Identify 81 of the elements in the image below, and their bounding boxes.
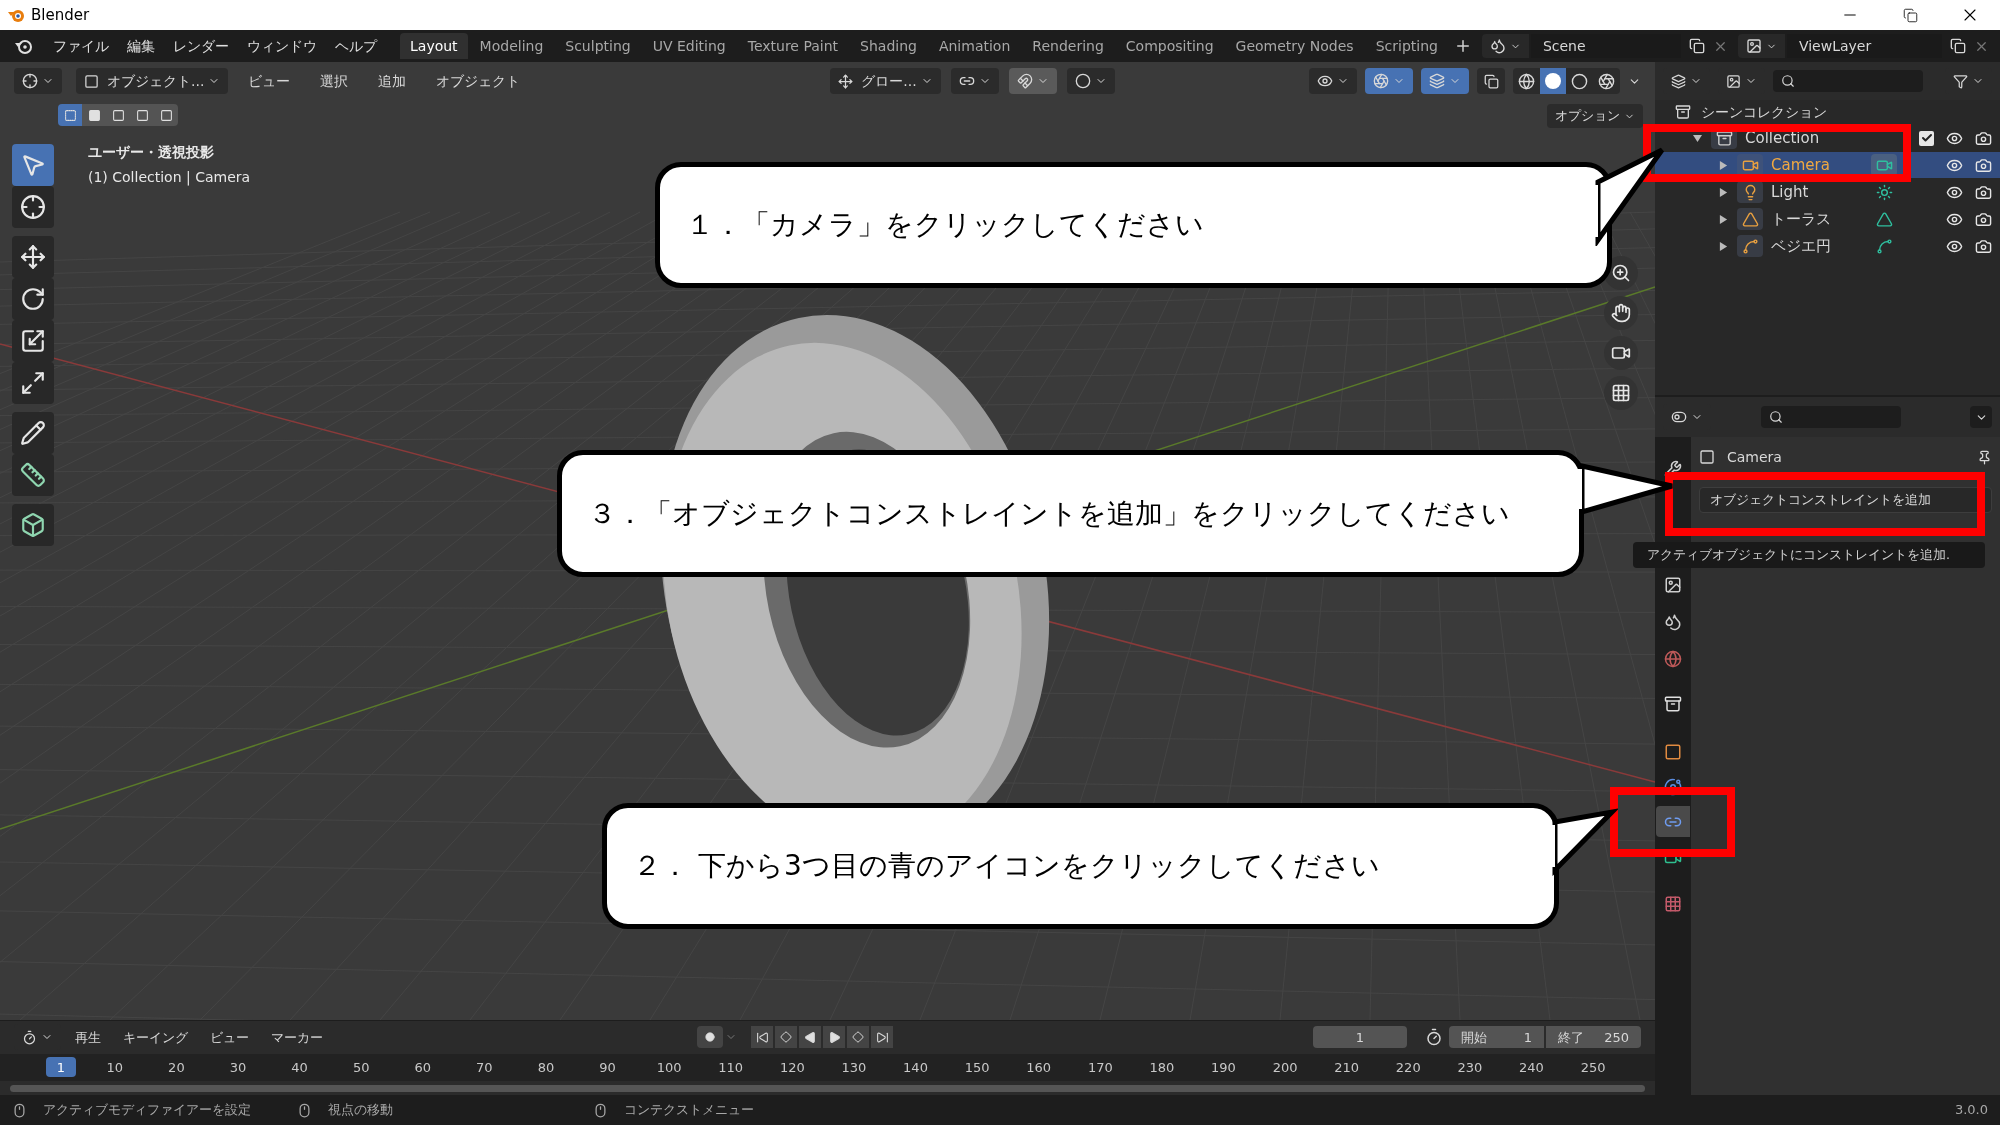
timeline-menu-item[interactable]: ビュー xyxy=(202,1027,257,1048)
view-name: ユーザー・透視投影 xyxy=(88,143,214,162)
viewport-menu-item[interactable]: 追加 xyxy=(368,70,417,92)
frame-number: 220 xyxy=(1394,1058,1422,1077)
frame-number: 60 xyxy=(413,1058,433,1077)
workspace-tab[interactable]: Scripting xyxy=(1365,33,1448,59)
start-frame-field[interactable]: 開始 1 xyxy=(1449,1026,1544,1049)
version-label: 3.0.0 xyxy=(1954,1101,1988,1120)
tooltip: アクティブオブジェクトにコンストレイントを追加. xyxy=(1633,542,1985,568)
outliner-label: シーンコレクション xyxy=(1701,102,1827,122)
frame-number: 110 xyxy=(717,1058,745,1077)
frame-number: 40 xyxy=(290,1058,309,1077)
viewport-menu-item[interactable]: ビュー xyxy=(238,70,301,92)
options-dropdown[interactable]: オプション xyxy=(1547,104,1643,128)
workspace-tab[interactable]: Rendering xyxy=(1022,33,1114,59)
frame-number: 50 xyxy=(351,1058,371,1077)
frame-number: 180 xyxy=(1148,1058,1176,1077)
workspace-tab[interactable]: Sculpting xyxy=(555,33,641,59)
menu-item[interactable]: ファイル xyxy=(44,35,118,57)
outliner-row[interactable]: トーラス xyxy=(1655,206,2000,232)
frame-number: 10 xyxy=(105,1058,125,1077)
end-frame-field[interactable]: 終了 250 xyxy=(1546,1026,1641,1049)
frame-number: 140 xyxy=(902,1058,929,1077)
orientation-selector[interactable]: グロー... xyxy=(830,68,941,94)
status-hint: 視点の移動 xyxy=(328,1101,393,1120)
outliner-label: トーラス xyxy=(1771,208,1832,230)
field-label: 開始 xyxy=(1461,1028,1487,1047)
frame-number: 90 xyxy=(598,1058,617,1077)
outliner-label: ベジエ円 xyxy=(1771,235,1832,257)
outliner-label: Camera xyxy=(1771,154,1831,176)
workspace-tab[interactable]: UV Editing xyxy=(642,33,736,59)
workspace-tab[interactable]: Texture Paint xyxy=(737,33,849,59)
current-frame-field[interactable]: 1 xyxy=(1313,1026,1407,1049)
field-label: 終了 xyxy=(1558,1028,1584,1047)
workspace-tab[interactable]: Shading xyxy=(850,33,927,59)
outliner-label: Collection xyxy=(1745,127,1821,149)
timeline-menu-item[interactable]: 再生 xyxy=(67,1027,109,1048)
object-name: Camera xyxy=(1727,447,1782,467)
instruction-callout: ３．「オブジェクトコンストレイントを追加」をクリックしてください xyxy=(557,450,1584,577)
frame-number: 240 xyxy=(1518,1058,1545,1077)
workspace-tab[interactable]: Geometry Nodes xyxy=(1225,33,1364,59)
status-hint: アクティブモディファイアーを設定 xyxy=(43,1101,251,1120)
field-value: 1 xyxy=(1523,1028,1532,1047)
menu-item[interactable]: ウィンドウ xyxy=(238,35,326,57)
workspace-tab[interactable]: Animation xyxy=(928,33,1021,59)
frame-number: 190 xyxy=(1210,1058,1237,1077)
status-hint: コンテクストメニュー xyxy=(624,1101,754,1120)
frame-number: 70 xyxy=(475,1058,494,1077)
workspace-tab[interactable]: Compositing xyxy=(1115,33,1224,59)
frame-number: 170 xyxy=(1086,1058,1114,1077)
timeline-menu-item[interactable]: マーカー xyxy=(263,1027,331,1048)
frame-number: 160 xyxy=(1025,1058,1053,1077)
frame-number: 120 xyxy=(778,1058,806,1077)
frame-number: 100 xyxy=(655,1058,683,1077)
timeline-menu-item[interactable]: キーイング xyxy=(115,1027,196,1048)
frame-number: 250 xyxy=(1579,1058,1607,1077)
outliner-row[interactable]: Collection xyxy=(1655,125,2000,151)
add-constraint-dropdown[interactable]: オブジェクトコンストレイントを追加 xyxy=(1699,487,1992,513)
frame-number: 30 xyxy=(228,1058,248,1077)
menu-item[interactable]: ヘルプ xyxy=(326,35,386,57)
menu-item[interactable]: レンダー xyxy=(164,35,238,57)
mode-selector[interactable]: オブジェクト... xyxy=(76,68,229,94)
workspace-tab[interactable]: Layout xyxy=(400,33,468,59)
frame-number: 210 xyxy=(1333,1058,1361,1077)
playhead[interactable]: 1 xyxy=(46,1057,76,1078)
outliner-row[interactable]: Light xyxy=(1655,179,2000,205)
outliner-label: Light xyxy=(1771,181,1810,203)
viewport-menu-item[interactable]: 選択 xyxy=(310,70,359,92)
context-label: (1) Collection | Camera xyxy=(88,168,251,188)
viewport-menu-item[interactable]: オブジェクト xyxy=(426,70,531,92)
menu-item[interactable]: 編集 xyxy=(118,35,164,57)
frame-number: 150 xyxy=(963,1058,991,1077)
frame-number: 20 xyxy=(167,1058,186,1077)
workspace-tab[interactable]: Modeling xyxy=(469,33,554,59)
frame-number: 200 xyxy=(1271,1058,1299,1077)
frame-number: 80 xyxy=(536,1058,556,1077)
window-title: Blender xyxy=(31,4,90,26)
frame-number: 130 xyxy=(840,1058,868,1077)
outliner-row[interactable]: ベジエ円 xyxy=(1655,233,2000,259)
field-value: 250 xyxy=(1604,1028,1629,1047)
frame-number: 230 xyxy=(1456,1058,1484,1077)
